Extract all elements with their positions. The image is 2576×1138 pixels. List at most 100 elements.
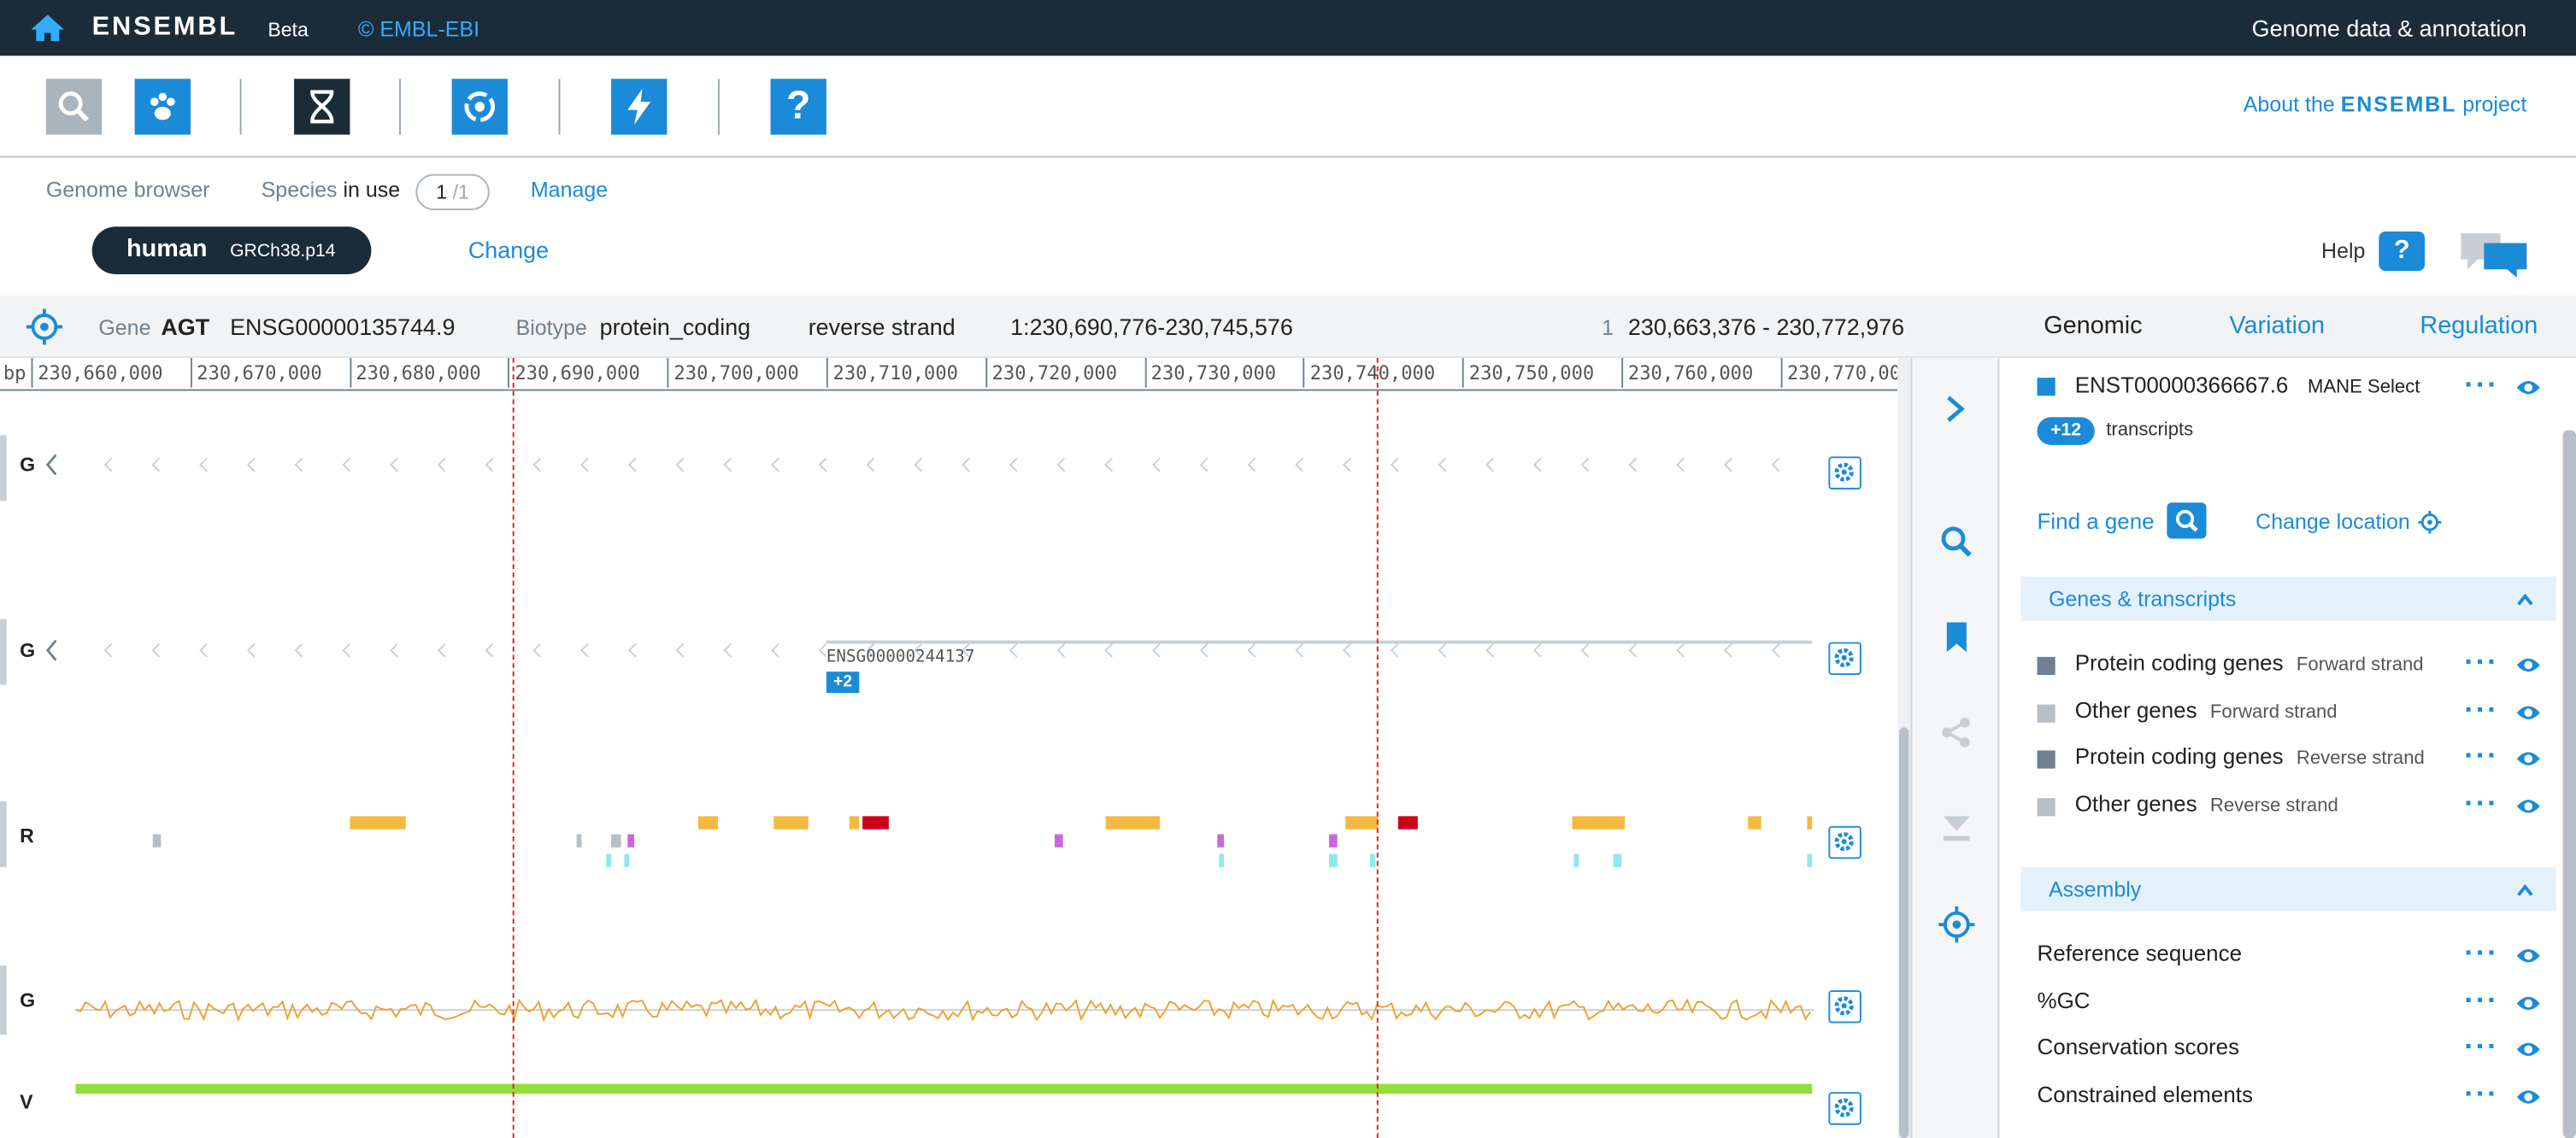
location-icon[interactable] [2418,510,2442,534]
scrollbar-thumb[interactable] [1899,727,1909,1138]
track-settings-button[interactable] [1828,1092,1861,1125]
manage-species-link[interactable]: Manage [531,178,608,202]
track-toggle-row[interactable]: Reference sequence [2038,941,2242,965]
launcher-divider [717,79,720,135]
ruler-tick-label: 230,750,000 [1462,358,1594,388]
more-options-icon[interactable]: ··· [2464,740,2498,774]
gene-feature[interactable] [826,640,1813,644]
about-ensembl-link[interactable]: About the ENSEMBL project [2244,92,2527,117]
gear-icon [1834,996,1854,1016]
ensembl-logo[interactable]: ENSEMBL [92,13,238,43]
launcher-divider [399,79,402,135]
track-toggle-row[interactable]: Constrained elements [2038,1082,2253,1107]
biotype-value: protein_coding [599,314,751,340]
track-settings-button[interactable] [1828,642,1861,676]
genome-browser-app-button[interactable] [294,79,350,135]
bookmark-icon[interactable] [1945,621,1968,654]
track-settings-button[interactable] [1828,825,1861,859]
eye-icon[interactable] [2515,378,2542,397]
species-count-current: 1 [436,180,448,204]
find-gene-button[interactable] [2167,502,2207,539]
track-handle[interactable] [0,619,7,685]
help-label[interactable]: Help [2321,238,2365,263]
download-icon[interactable] [1940,812,1973,845]
track-label: G [20,453,36,477]
track-handle[interactable] [0,435,7,502]
track-name: Conservation scores [2037,1035,2240,1060]
regulation-track[interactable] [0,810,1897,876]
eye-icon[interactable] [2515,993,2542,1012]
more-options-icon[interactable]: ··· [2464,1077,2498,1112]
track-toggle-row[interactable]: Conservation scores [2038,1035,2240,1060]
copyright-link[interactable]: © EMBL-EBI [358,16,479,41]
more-options-icon[interactable]: ··· [2464,936,2498,971]
find-gene-link[interactable]: Find a gene [2038,509,2155,534]
accordion-genes-transcripts[interactable]: Genes & transcripts [2020,576,2556,621]
more-options-icon[interactable]: ··· [2464,1030,2498,1065]
species-app-button[interactable] [134,79,191,135]
track-panel: ENST00000366667.6 MANE Select ··· +12 tr… [2001,358,2576,1138]
species-selector-pill[interactable]: human GRCh38.p14 [91,226,372,275]
gene-feature-badge[interactable]: +2 [826,672,860,694]
variation-track[interactable] [75,1083,1813,1094]
eye-icon[interactable] [2515,1088,2542,1107]
app-name: Genome browser [45,177,210,202]
tab-variation[interactable]: Variation [2229,312,2325,340]
tools-app-button[interactable] [611,79,668,135]
track-toggle-row[interactable]: Protein coding genes Reverse strand [2075,745,2425,770]
eye-icon[interactable] [2515,655,2542,675]
ruler-unit: bp [3,361,26,384]
entity-viewer-app-button[interactable] [451,79,508,135]
change-species-link[interactable]: Change [468,237,549,263]
launcher-divider [239,79,242,135]
chevron-up-icon [2517,883,2533,896]
transcript-row[interactable]: ENST00000366667.6 MANE Select [2075,372,2420,397]
more-options-icon[interactable]: ··· [2464,645,2498,679]
recenter-icon[interactable] [26,308,63,345]
more-options-icon[interactable]: ··· [2464,693,2498,727]
help-button[interactable]: ? [2379,232,2426,272]
gc-track[interactable] [75,982,1817,1035]
track-name: Other genes [2074,697,2197,723]
species-count-badge: 1 /1 [415,173,490,211]
search-icon [2175,509,2198,532]
change-location-link[interactable]: Change location [2255,509,2410,534]
viewport-location[interactable]: 230,663,376 - 230,772,976 [1628,314,1904,340]
gene-location: 1:230,690,776-230,745,576 [1010,314,1293,340]
track-label: G [20,988,36,1012]
eye-icon[interactable] [2515,749,2542,769]
more-options-icon[interactable]: ··· [2464,368,2498,402]
home-icon[interactable] [30,13,66,43]
browser-scrollbar[interactable] [1897,358,1911,1138]
accordion-assembly[interactable]: Assembly [2020,866,2556,912]
share-icon[interactable] [1940,716,1973,748]
chevron-right-icon[interactable] [1944,394,1967,424]
track-toggle-row[interactable]: Other genes Reverse strand [2075,792,2338,817]
navigate-icon[interactable] [1938,906,1975,943]
browser-canvas[interactable]: G G ENSG00000244137 +2 R G V [0,390,1897,1138]
eye-icon[interactable] [2515,796,2542,816]
tab-genomic[interactable]: Genomic [2044,312,2142,340]
eye-icon[interactable] [2515,702,2542,722]
tab-regulation[interactable]: Regulation [2420,312,2538,340]
more-options-icon[interactable]: ··· [2464,983,2498,1018]
species-name: human [126,234,208,263]
panel-scrollbar[interactable] [2562,430,2576,1138]
feedback-chat-icon[interactable] [2458,230,2531,279]
eye-icon[interactable] [2515,1040,2542,1059]
track-toggle-row[interactable]: %GC [2038,988,2091,1013]
more-options-icon[interactable]: ··· [2464,787,2498,821]
gene-feature-label[interactable]: ENSG00000244137 [826,648,975,666]
track-toggle-row[interactable]: Other genes Forward strand [2075,697,2338,722]
ruler-tick-label: 230,660,000 [31,358,163,388]
track-handle[interactable] [0,965,7,1035]
track-settings-button[interactable] [1828,990,1861,1024]
track-toggle-row[interactable]: Protein coding genes Forward strand [2075,650,2424,675]
more-transcripts-badge[interactable]: +12 [2037,417,2095,445]
beta-label: Beta [268,18,309,42]
track-settings-button[interactable] [1828,456,1861,490]
search-app-button[interactable] [45,79,103,135]
eye-icon[interactable] [2515,946,2542,965]
search-icon[interactable] [1940,525,1973,558]
help-app-button[interactable]: ? [770,79,826,135]
